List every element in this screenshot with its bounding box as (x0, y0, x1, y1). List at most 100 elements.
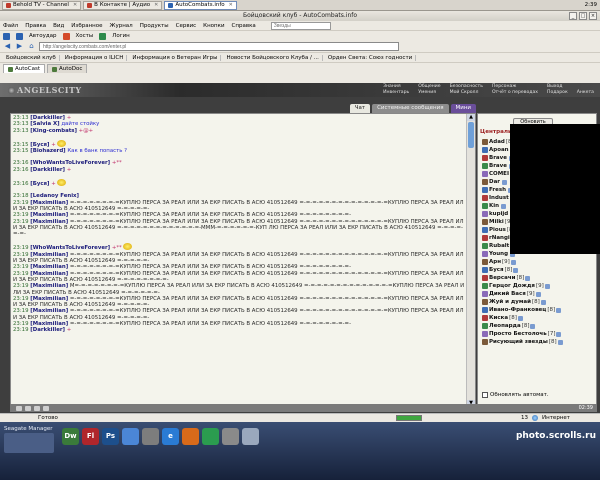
game-nav-item[interactable]: Анкета (577, 90, 594, 96)
back-arrow-icon[interactable]: ◀ (3, 42, 12, 51)
user-name[interactable]: kupijd (489, 210, 508, 218)
os-task-vkontakte[interactable]: В Контакте | Аудио ✕ (83, 0, 163, 10)
user-name[interactable]: Young (489, 250, 508, 258)
chat-author[interactable]: [Maximilian] (30, 212, 68, 218)
bookmark-item[interactable]: Бойцовский клуб (3, 54, 60, 61)
scroll-thumb[interactable] (468, 122, 474, 148)
close-icon[interactable]: ✕ (73, 2, 77, 9)
chat-author[interactable]: [Darkkiller] (30, 327, 65, 333)
forward-icon[interactable] (16, 32, 23, 40)
user-name[interactable]: Киска (489, 314, 508, 322)
user-name[interactable]: Fresh (489, 186, 506, 194)
user-name[interactable]: Ивано-Франковец (489, 306, 546, 314)
url-input[interactable] (39, 42, 399, 51)
scroll-up-icon[interactable]: ▲ (467, 114, 475, 121)
menu-item[interactable]: Кнопки (203, 23, 224, 29)
game-nav-item[interactable]: Мой Скролл (450, 90, 483, 96)
menu-item[interactable]: Правка (25, 23, 46, 29)
game-nav-item[interactable]: Инвентарь (383, 90, 409, 96)
user-name[interactable]: Версачи (489, 274, 515, 282)
trash-icon[interactable] (242, 428, 259, 445)
user-name[interactable]: Adad (489, 138, 505, 146)
auto-refresh-row[interactable]: Обновлять автомат. (482, 392, 549, 398)
info-icon[interactable] (540, 299, 546, 305)
user-name[interactable]: Indust (489, 194, 509, 202)
user-name[interactable]: Арн (489, 258, 501, 266)
chat-author[interactable]: [Maximilian] (30, 296, 68, 302)
user-name[interactable]: Dar (489, 178, 500, 186)
chat-author[interactable]: [Буся] (30, 142, 49, 148)
user-list-item[interactable]: Ивано-Франковец [8] (482, 306, 592, 314)
user-name[interactable]: Kin (489, 202, 499, 210)
menu-item[interactable]: Продукты (140, 23, 169, 29)
info-icon[interactable] (502, 179, 507, 185)
back-icon[interactable] (3, 32, 10, 40)
dock-drive[interactable] (4, 433, 54, 453)
info-icon[interactable] (556, 331, 562, 337)
disk-icon[interactable] (142, 428, 159, 445)
tab-autocast[interactable]: AutoCast (3, 64, 46, 73)
chat-author[interactable]: [Maximilian] (30, 264, 68, 270)
minimize-button[interactable]: _ (569, 12, 577, 20)
info-icon[interactable] (535, 291, 541, 297)
media-icon[interactable] (202, 428, 219, 445)
info-icon[interactable] (510, 259, 516, 265)
menu-search-input[interactable] (270, 21, 331, 30)
game-nav-item[interactable]: Отчёт о переводах (492, 90, 538, 96)
photoshop-icon[interactable]: Ps (102, 428, 119, 445)
user-name[interactable]: Rubalt (489, 242, 509, 250)
os-task-behold[interactable]: Behold TV - Channel ✕ (2, 0, 82, 10)
window-titlebar[interactable]: Бойцовский клуб - AutoCombats.info _ □ × (0, 11, 600, 21)
flash-icon[interactable]: Fl (82, 428, 99, 445)
chat-author[interactable]: [Biohazerd] (30, 148, 65, 154)
menu-item[interactable]: Сервис (176, 23, 197, 29)
maximize-button[interactable]: □ (579, 12, 587, 20)
os-task-autocombats[interactable]: AutoCombats.info ✕ (164, 0, 237, 10)
auto-refresh-checkbox[interactable] (482, 392, 488, 398)
user-name[interactable]: Жуй и думай (489, 298, 531, 306)
game-logo[interactable]: ANGELSCITY (8, 85, 86, 96)
chat-author[interactable]: [Maximilian] (30, 219, 68, 225)
info-icon[interactable] (501, 203, 507, 209)
chat-author[interactable]: [Буся] (30, 181, 49, 187)
user-list-item[interactable]: Версачи [8] (482, 274, 592, 282)
chat-author[interactable]: [Maximilian] (30, 283, 68, 289)
bookmark-item[interactable]: Информация о ILICH (62, 54, 128, 61)
chat-author[interactable]: [WhoWantsToLiveForever] (30, 245, 110, 251)
chat-tab-system[interactable]: Системные сообщения (372, 104, 449, 113)
chat-author[interactable]: [Maximilian] (30, 252, 68, 258)
smiley-icon[interactable] (16, 405, 22, 411)
chat-author[interactable]: [Ledanoy Fenix] (30, 193, 79, 199)
chat-author[interactable]: [Maximilian] (30, 308, 68, 314)
user-name[interactable]: Буся (489, 266, 504, 274)
settings-icon[interactable] (43, 405, 49, 411)
filter-icon[interactable] (34, 405, 40, 411)
game-nav-item[interactable]: Подарок (547, 90, 568, 96)
user-list-item[interactable]: Жуй и думай [8] (482, 298, 592, 306)
info-icon[interactable] (556, 307, 562, 313)
clear-icon[interactable] (25, 405, 31, 411)
chat-scrollbar[interactable]: ▲ ▼ (466, 114, 475, 407)
user-list-item[interactable]: Рисующий звезды [8] (482, 338, 592, 346)
info-icon[interactable] (525, 275, 531, 281)
home-icon[interactable]: ⌂ (27, 42, 36, 51)
chat-author[interactable]: [Maximilian] (30, 321, 68, 327)
user-list-item[interactable]: Герцог Дождя [9] (482, 282, 592, 290)
settings-icon[interactable] (222, 428, 239, 445)
menu-item[interactable]: Файл (3, 23, 18, 29)
info-icon[interactable] (513, 267, 519, 273)
user-list-item[interactable]: Арн [9] (482, 258, 592, 266)
forward-arrow-icon[interactable]: ▶ (15, 42, 24, 51)
chat-author[interactable]: [King-combats] (30, 128, 77, 134)
menu-item[interactable]: Избранное (71, 23, 102, 29)
bookmark-item[interactable]: Информация о Ветеран Игры (129, 54, 222, 61)
user-name[interactable]: Просто Бестолочь (489, 330, 547, 338)
user-list-item[interactable]: Буся [8] (482, 266, 592, 274)
user-name[interactable]: Apoan (489, 146, 509, 154)
user-name[interactable]: Леопарда (489, 322, 521, 330)
info-icon[interactable] (557, 339, 563, 345)
info-icon[interactable] (544, 283, 550, 289)
tab-autodoc[interactable]: AutoDoc (47, 64, 88, 73)
user-name[interactable]: rNangi (489, 234, 510, 242)
chat-tab-mini[interactable]: Мини (450, 104, 476, 113)
